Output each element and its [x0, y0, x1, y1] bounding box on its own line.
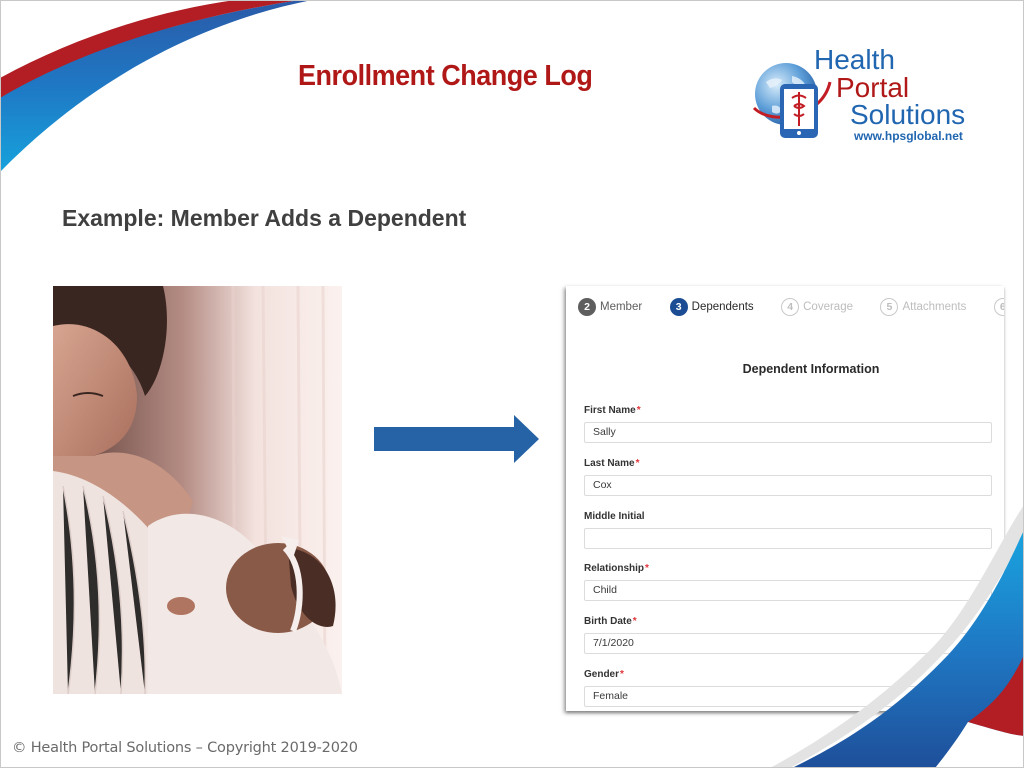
step-label: Member	[600, 301, 643, 313]
last-name-field: Last Name* Cox	[584, 458, 992, 496]
copyright-footer: © Health Portal Solutions – Copyright 20…	[12, 740, 358, 756]
step-number-badge: 4	[781, 298, 800, 316]
step-number-badge: 6	[993, 298, 1004, 316]
required-marker: *	[620, 669, 624, 680]
chevron-down-icon[interactable]: ▾	[981, 581, 985, 600]
enrollment-stepper: 2 Member 3 Dependents 4 Coverage 5 Attac…	[578, 297, 1004, 317]
step-coverage[interactable]: 4 Coverage	[781, 298, 853, 316]
middle-initial-field: Middle Initial	[584, 511, 992, 549]
step-label: Attachments	[902, 301, 967, 313]
step-attachments[interactable]: 5 Attachments	[880, 298, 966, 316]
first-name-label: First Name	[584, 405, 636, 416]
step-number-badge: 2	[578, 298, 596, 316]
required-marker: *	[636, 405, 641, 416]
relationship-value: Child	[593, 584, 617, 596]
required-marker: *	[645, 563, 649, 574]
relationship-field: Relationship* Child ▾	[584, 563, 992, 601]
last-name-label: Last Name	[584, 458, 635, 469]
required-marker: *	[632, 616, 637, 627]
middle-initial-label: Middle Initial	[584, 511, 645, 522]
relationship-select[interactable]: Child ▾	[584, 580, 992, 601]
last-name-input[interactable]: Cox	[584, 475, 992, 496]
step-member[interactable]: 2 Member	[578, 298, 642, 316]
birth-date-input[interactable]: 7/1/2020	[584, 633, 992, 654]
section-title: Dependent Information	[742, 362, 880, 376]
step-number-badge: 3	[669, 298, 688, 316]
gender-field: Gender* Female	[584, 669, 992, 707]
first-name-input[interactable]: Sally	[584, 422, 992, 443]
step-dependents[interactable]: 3 Dependents	[669, 298, 754, 316]
required-marker: *	[635, 458, 640, 469]
step-label: Dependents	[691, 301, 754, 313]
middle-initial-input[interactable]	[584, 528, 992, 549]
dependent-form-screenshot: 2 Member 3 Dependents 4 Coverage 5 Attac…	[566, 286, 1004, 711]
gender-label: Gender	[584, 669, 620, 680]
step-number-badge: 5	[880, 298, 899, 316]
first-name-field: First Name* Sally	[584, 405, 992, 443]
step-6[interactable]: 6 F	[993, 298, 1004, 316]
slide: Enrollment Change Log Health Portal Solu…	[0, 0, 1024, 768]
step-label: Coverage	[803, 301, 853, 313]
birth-date-field: Birth Date* 7/1/2020	[584, 616, 992, 654]
birth-date-label: Birth Date	[584, 616, 632, 627]
relationship-label: Relationship	[584, 563, 645, 574]
gender-input[interactable]: Female	[584, 686, 992, 707]
